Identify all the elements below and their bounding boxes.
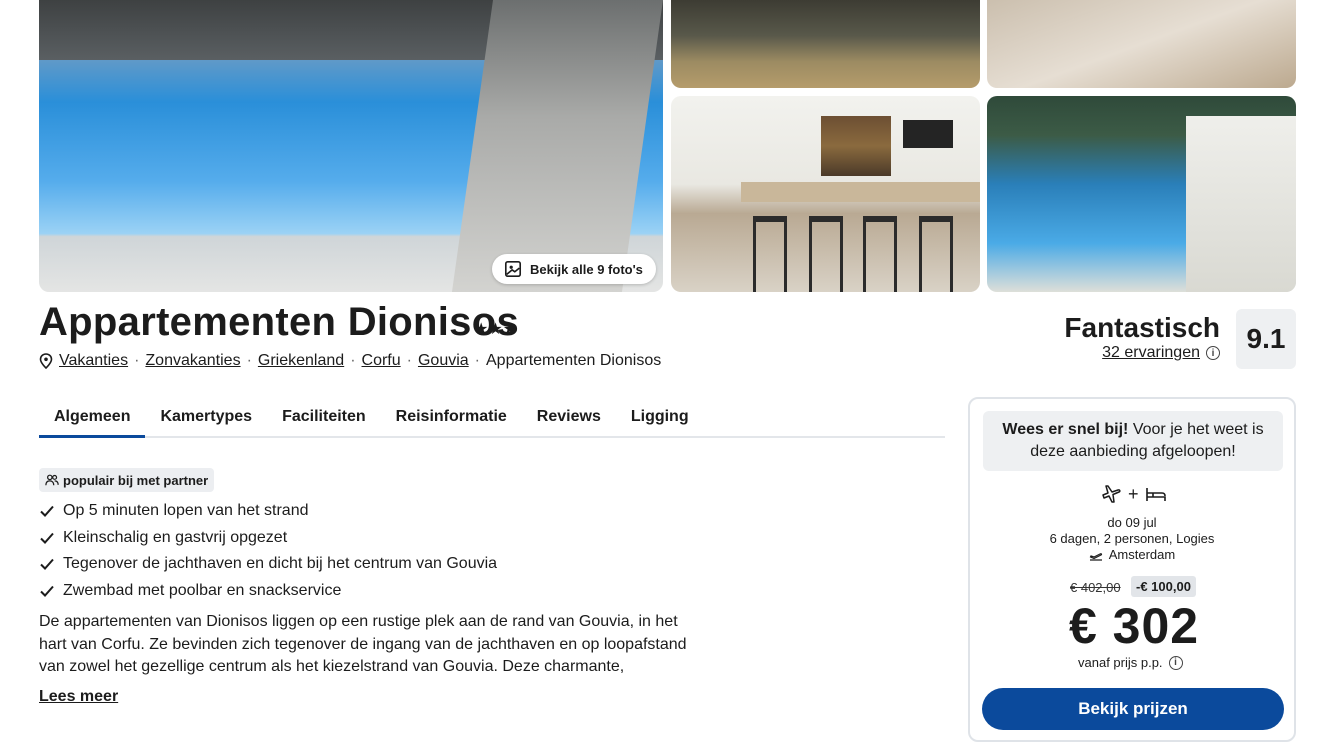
flight-plus-hotel: + bbox=[1100, 483, 1167, 505]
popular-badge-label: populair bij met partner bbox=[63, 472, 209, 488]
bar-tv bbox=[903, 120, 953, 148]
images-icon bbox=[504, 260, 522, 278]
breadcrumb-current: Appartementen Dionisos bbox=[486, 352, 662, 369]
checkmark-icon bbox=[40, 506, 54, 518]
breadcrumb-gouvia[interactable]: Gouvia bbox=[418, 352, 469, 370]
price-note-text: vanaf prijs p.p. bbox=[1078, 655, 1163, 670]
breadcrumb-separator: · bbox=[406, 352, 412, 369]
users-icon bbox=[45, 474, 59, 486]
location-pin-icon bbox=[39, 353, 53, 369]
trip-summary: 6 dagen, 2 personen, Logies bbox=[1049, 531, 1215, 546]
usp-item: Tegenover de jachthaven en dicht bij het… bbox=[39, 551, 497, 578]
usp-text: Zwembad met poolbar en snackservice bbox=[63, 581, 342, 599]
tab-ligging[interactable]: Ligging bbox=[616, 398, 704, 436]
popular-badge: populair bij met partner bbox=[39, 468, 215, 492]
info-icon[interactable]: i bbox=[1206, 346, 1220, 360]
tab-algemeen[interactable]: Algemeen bbox=[39, 398, 146, 438]
breadcrumb-separator: · bbox=[350, 352, 356, 369]
bar-stool bbox=[809, 216, 843, 292]
info-icon[interactable]: i bbox=[1168, 655, 1183, 670]
bed-icon bbox=[1145, 488, 1166, 501]
breadcrumb-separator: · bbox=[474, 352, 480, 369]
usp-item: Kleinschalig en gastvrij opgezet bbox=[39, 525, 497, 552]
star-rating: ★★★ bbox=[474, 319, 517, 339]
price-note: vanaf prijs p.p. i bbox=[1078, 655, 1183, 670]
breadcrumb-vakanties[interactable]: Vakanties bbox=[59, 352, 128, 370]
bar-shelf bbox=[821, 116, 891, 176]
tab-reviews[interactable]: Reviews bbox=[522, 398, 616, 436]
bar-counter bbox=[741, 182, 980, 202]
tab-bar: Algemeen Kamertypes Faciliteiten Reisinf… bbox=[39, 398, 945, 438]
rating-label: Fantastisch bbox=[1064, 312, 1220, 343]
trip-date: do 09 jul bbox=[1107, 515, 1157, 530]
checkmark-icon bbox=[40, 532, 54, 544]
usp-item: Zwembad met poolbar en snackservice bbox=[39, 578, 497, 605]
breadcrumb-zonvakanties[interactable]: Zonvakanties bbox=[145, 352, 240, 370]
booking-card: Wees er snel bij! Voor je het weet is de… bbox=[968, 397, 1296, 742]
view-prices-button[interactable]: Bekijk prijzen bbox=[982, 688, 1284, 730]
discount-badge: -€ 100,00 bbox=[1131, 576, 1196, 597]
airplane-icon bbox=[1102, 485, 1121, 503]
usp-text: Tegenover de jachthaven en dicht bij het… bbox=[63, 555, 498, 573]
tab-faciliteiten[interactable]: Faciliteiten bbox=[267, 398, 381, 436]
checkmark-icon bbox=[40, 559, 54, 571]
breadcrumb-separator: · bbox=[246, 352, 252, 369]
bar-stool bbox=[863, 216, 897, 292]
photo-bedroom[interactable] bbox=[987, 0, 1296, 88]
usp-text: Op 5 minuten lopen van het strand bbox=[63, 502, 309, 520]
photo-garden[interactable] bbox=[671, 0, 980, 88]
tab-kamertypes[interactable]: Kamertypes bbox=[145, 398, 267, 436]
rating-count: 32 ervaringen i bbox=[1102, 344, 1220, 362]
star-icons: ★★★ bbox=[474, 321, 518, 338]
page-title: Appartementen Dionisos bbox=[39, 300, 519, 344]
bar-stool bbox=[919, 216, 953, 292]
usp-text: Kleinschalig en gastvrij opgezet bbox=[63, 528, 288, 546]
usp-item: Op 5 minuten lopen van het strand bbox=[39, 498, 497, 525]
usp-list: Op 5 minuten lopen van het strand Kleins… bbox=[39, 498, 497, 604]
view-all-photos-label: Bekijk alle 9 foto's bbox=[530, 261, 643, 277]
trip-details: do 09 jul 6 dagen, 2 personen, Logies Am… bbox=[970, 515, 1294, 563]
breadcrumb-corfu[interactable]: Corfu bbox=[362, 352, 401, 370]
tab-reisinformatie[interactable]: Reisinformatie bbox=[381, 398, 522, 436]
view-all-photos-button[interactable]: Bekijk alle 9 foto's bbox=[492, 254, 656, 284]
description-text: De appartementen van Dionisos liggen op … bbox=[39, 613, 687, 681]
main-photo-pool[interactable] bbox=[39, 0, 663, 292]
reviews-link[interactable]: 32 ervaringen bbox=[1102, 344, 1200, 362]
breadcrumb-separator: · bbox=[134, 352, 140, 369]
plus-sign: + bbox=[1128, 483, 1139, 504]
review-score: 9.1 bbox=[1236, 309, 1296, 369]
building-wall bbox=[1186, 116, 1296, 292]
breadcrumb-griekenland[interactable]: Griekenland bbox=[258, 352, 344, 370]
breadcrumb: Vakanties · Zonvakanties · Griekenland ·… bbox=[39, 352, 661, 370]
photo-pool-aerial[interactable] bbox=[987, 96, 1296, 292]
plane-departure-icon bbox=[1089, 553, 1102, 561]
checkmark-icon bbox=[40, 585, 54, 597]
trip-departure: Amsterdam bbox=[970, 547, 1294, 563]
departure-city: Amsterdam bbox=[1108, 547, 1176, 562]
photo-gallery bbox=[39, 0, 1296, 292]
photo-bar[interactable] bbox=[671, 96, 980, 292]
price: € 302 bbox=[1068, 598, 1200, 654]
urgency-title: Wees er snel bij! bbox=[1002, 421, 1129, 438]
urgency-banner: Wees er snel bij! Voor je het weet is de… bbox=[983, 411, 1283, 471]
bar-stool bbox=[753, 216, 787, 292]
old-price: € 402,00 bbox=[1070, 580, 1121, 595]
read-more-link[interactable]: Lees meer bbox=[39, 688, 118, 706]
